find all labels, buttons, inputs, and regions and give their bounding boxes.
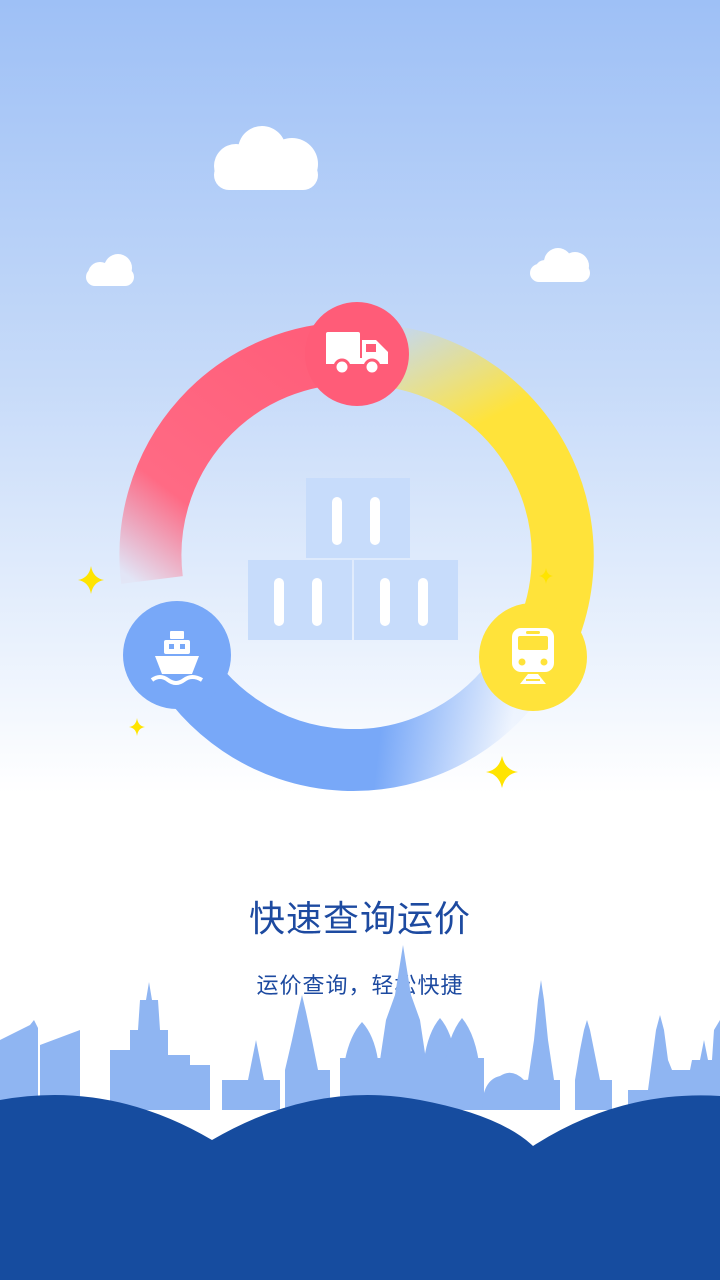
city-skyline-silhouette <box>0 945 720 1110</box>
splash-screen: 快速查询运价 运价查询，轻松快捷 <box>0 0 720 1280</box>
container-stack-icon <box>248 478 458 640</box>
sparkle-icon <box>486 756 518 788</box>
transport-ring-illustration <box>78 302 594 792</box>
city-skyline <box>0 945 720 1280</box>
ground-hills <box>0 1095 720 1280</box>
sparkle-icon <box>129 718 145 736</box>
sparkle-icon <box>78 566 104 594</box>
ship-badge <box>123 601 231 709</box>
